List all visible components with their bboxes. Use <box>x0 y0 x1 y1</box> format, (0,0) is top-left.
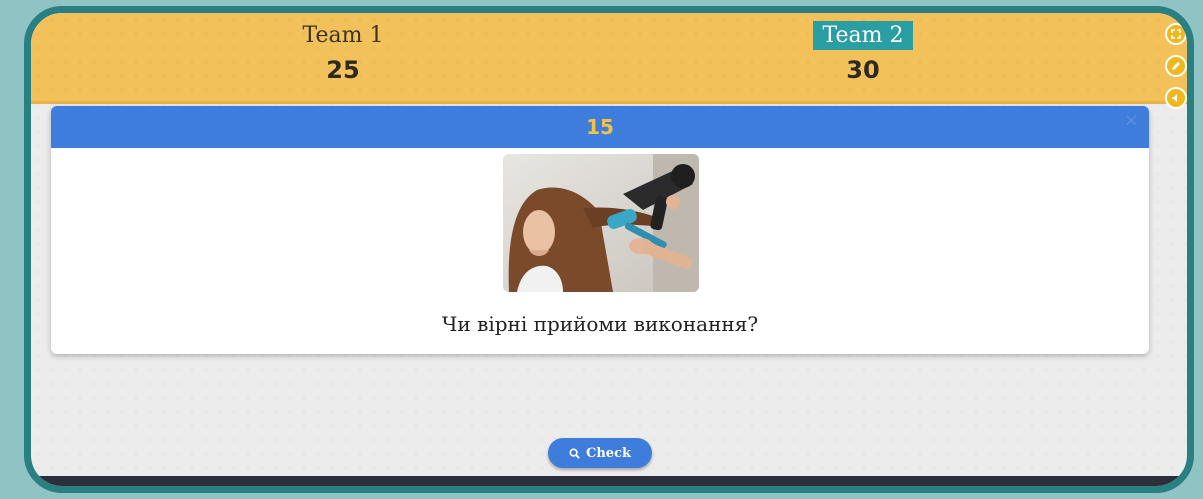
team-1-score: 25 <box>326 56 360 84</box>
sound-icon[interactable] <box>1165 87 1187 109</box>
check-button[interactable]: Check <box>548 438 652 468</box>
team-2-panel: Team 2 30 <box>763 21 963 84</box>
team-1-name: Team 1 <box>302 23 384 48</box>
game-frame: Team 1 25 Team 2 30 15 × Чи вірні прийом… <box>24 6 1194 493</box>
bottom-strip <box>31 476 1187 486</box>
team-2-name: Team 2 <box>812 21 914 50</box>
question-modal: 15 × Чи вірні прийоми виконання? <box>51 106 1149 354</box>
close-icon[interactable]: × <box>1124 110 1139 131</box>
scoreboard: Team 1 25 Team 2 30 <box>31 13 1187 109</box>
fullscreen-icon[interactable] <box>1165 23 1187 45</box>
modal-header: 15 × <box>51 106 1149 148</box>
countdown-timer: 15 <box>586 115 614 139</box>
check-button-label: Check <box>586 445 631 461</box>
pencil-icon[interactable] <box>1165 55 1187 77</box>
search-icon <box>569 447 580 459</box>
question-text: Чи вірні прийоми виконання? <box>441 312 759 336</box>
team-2-score: 30 <box>846 56 880 84</box>
question-image <box>503 154 699 292</box>
team-1-panel: Team 1 25 <box>243 21 443 84</box>
